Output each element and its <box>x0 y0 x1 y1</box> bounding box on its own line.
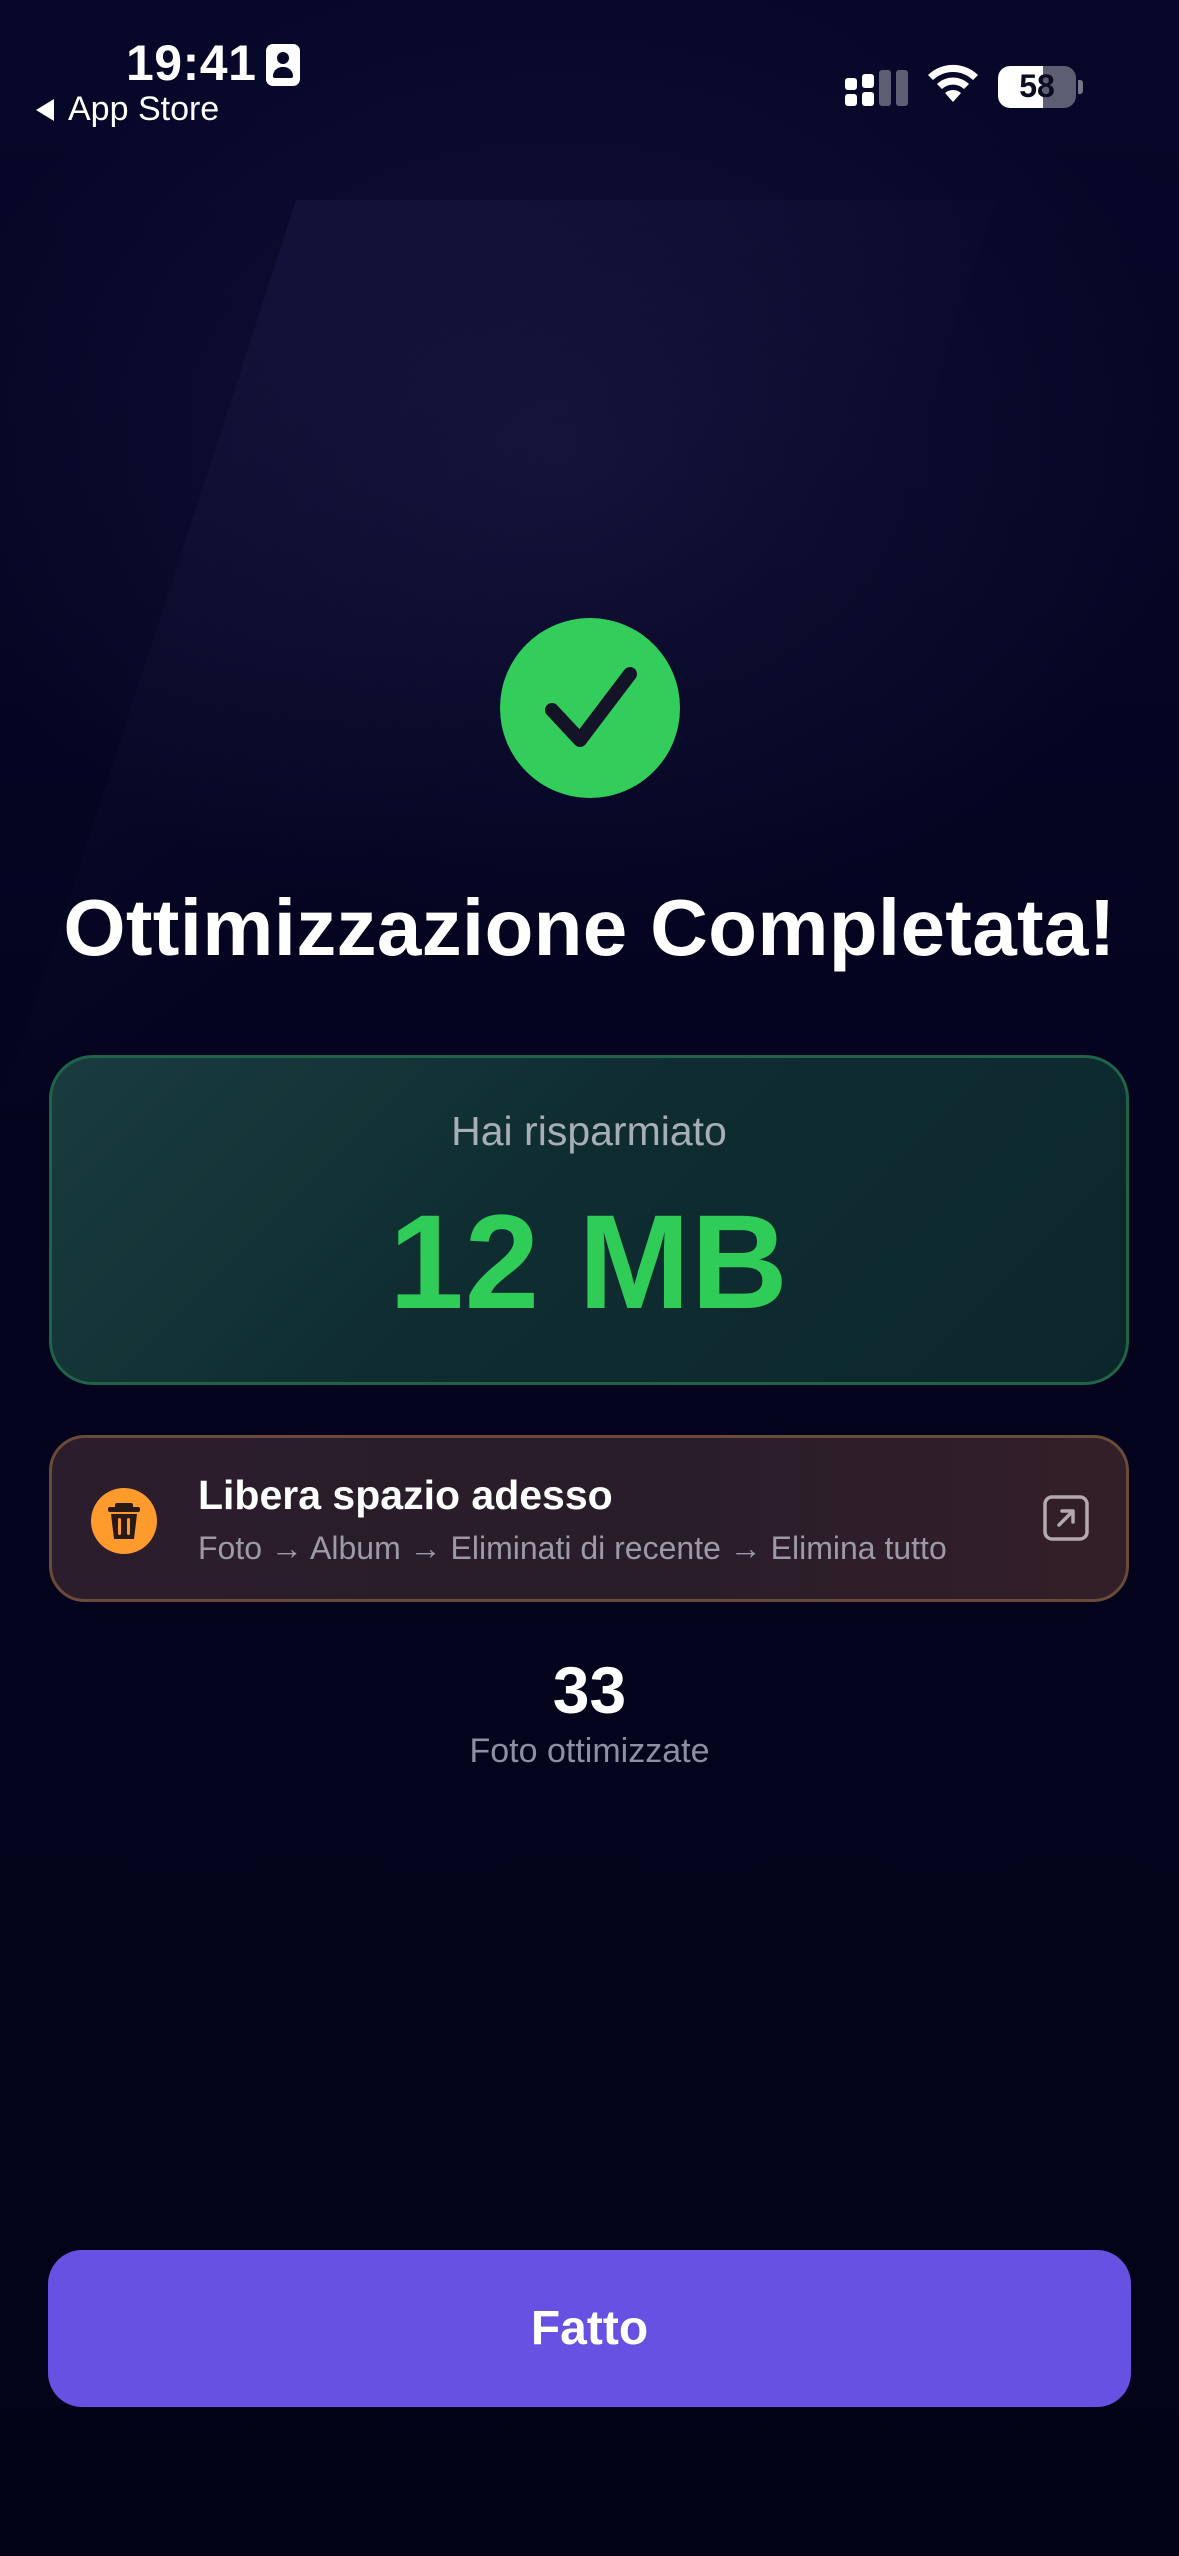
page-title: Ottimizzazione Completata! <box>63 883 1116 972</box>
wifi-icon <box>928 64 978 102</box>
back-link-label: App Store <box>68 90 220 128</box>
trash-icon <box>91 1488 157 1554</box>
battery-nub <box>1078 80 1083 94</box>
free-space-card[interactable]: Libera spazio adesso Foto → Album → Elim… <box>49 1435 1129 1602</box>
signal-icon <box>845 70 909 110</box>
success-check-icon <box>500 618 680 798</box>
back-arrow-icon <box>36 98 54 121</box>
savings-card: Hai risparmiato 12 MB <box>49 1055 1129 1385</box>
done-button[interactable]: Fatto <box>48 2250 1131 2407</box>
status-time: 19:41 <box>126 35 257 91</box>
battery-icon: 58 <box>998 66 1076 108</box>
battery-level: 58 <box>1019 68 1055 104</box>
optimization-complete-screen: 19:41 App Store 58 Ottimizzazione Comple… <box>0 0 1179 2556</box>
savings-value: 12 MB <box>389 1188 789 1337</box>
id-badge-icon <box>266 44 300 86</box>
optimized-photos-count: 33 <box>552 1653 627 1727</box>
open-external-icon[interactable] <box>1042 1494 1090 1542</box>
optimized-photos-label: Foto ottimizzate <box>469 1732 710 1770</box>
savings-label: Hai risparmiato <box>451 1108 727 1154</box>
free-space-path: Foto → Album → Eliminati di recente → El… <box>198 1530 947 1566</box>
back-to-app-store-link[interactable]: App Store <box>36 90 219 129</box>
free-space-title: Libera spazio adesso <box>198 1472 613 1518</box>
